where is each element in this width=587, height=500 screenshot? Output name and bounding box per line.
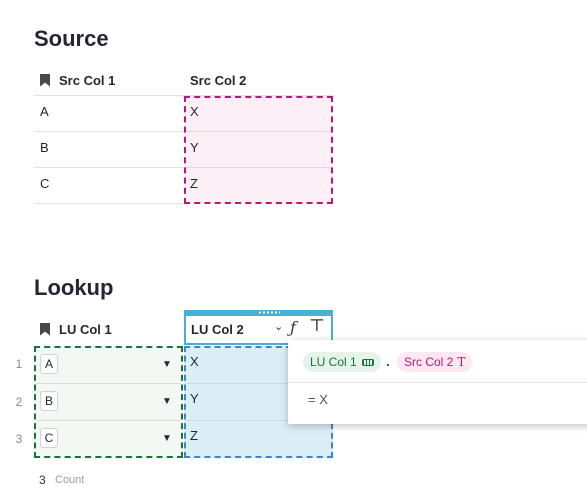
- reference-chip[interactable]: A: [40, 354, 58, 374]
- divider: [186, 131, 331, 132]
- formula-separator: .: [386, 354, 390, 369]
- divider: [36, 420, 181, 421]
- src-col2-selection[interactable]: [184, 96, 333, 204]
- formula-token-label: LU Col 1: [310, 355, 357, 369]
- src-cell[interactable]: A: [40, 104, 49, 119]
- lookup-section-title: Lookup: [34, 275, 114, 300]
- source-section-title: Source: [34, 26, 109, 51]
- src-cell[interactable]: X: [190, 104, 199, 119]
- text-type-icon: T: [457, 355, 466, 369]
- formula-token-label: Src Col 2: [404, 355, 454, 369]
- src-cell[interactable]: Z: [190, 176, 198, 191]
- dropdown-arrow-icon[interactable]: ▼: [162, 396, 172, 407]
- row-count-label: Count: [55, 474, 85, 486]
- src-col1-label: Src Col 1: [59, 72, 116, 88]
- dropdown-arrow-icon[interactable]: ▼: [162, 433, 172, 444]
- row-number[interactable]: 2: [12, 395, 26, 409]
- lu-cell[interactable]: X: [190, 354, 199, 369]
- reference-chip[interactable]: C: [40, 428, 58, 448]
- dropdown-arrow-icon[interactable]: ▼: [162, 359, 172, 370]
- formula-result: = X: [308, 392, 328, 407]
- row-count-value: 3: [39, 473, 46, 487]
- divider: [288, 382, 587, 383]
- src-col1-header[interactable]: Src Col 1: [40, 68, 115, 92]
- text-type-icon[interactable]: ⊤: [309, 316, 325, 336]
- divider: [34, 203, 184, 204]
- src-cell[interactable]: C: [40, 176, 49, 191]
- chevron-down-icon[interactable]: ⌄: [274, 320, 283, 333]
- bookmark-icon: [40, 73, 50, 87]
- src-cell[interactable]: B: [40, 140, 49, 155]
- bookmark-icon: [40, 322, 50, 336]
- drag-handle-icon[interactable]: [258, 311, 280, 314]
- src-cell[interactable]: Y: [190, 140, 199, 155]
- formula-token-src-col2[interactable]: Src Col 2 T: [397, 352, 473, 372]
- formula-token-lu-col1[interactable]: LU Col 1: [303, 352, 381, 372]
- src-col2-label: Src Col 2: [190, 72, 247, 88]
- src-col2-header[interactable]: Src Col 2: [190, 68, 246, 92]
- lu-cell[interactable]: Z: [190, 428, 198, 443]
- divider: [34, 167, 184, 168]
- divider: [36, 383, 181, 384]
- lu-col1-label: LU Col 1: [59, 321, 112, 337]
- divider: [186, 167, 331, 168]
- lu-col2-label: LU Col 2: [191, 322, 244, 337]
- function-icon[interactable]: ƒ: [290, 318, 296, 337]
- reference-icon: [361, 358, 374, 366]
- lu-col1-header[interactable]: LU Col 1: [40, 317, 112, 341]
- formula-editor[interactable]: LU Col 1 . Src Col 2 T = X: [288, 340, 587, 424]
- divider: [34, 131, 184, 132]
- row-number[interactable]: 1: [12, 357, 26, 371]
- lu-cell[interactable]: Y: [190, 391, 199, 406]
- reference-chip[interactable]: B: [40, 391, 58, 411]
- row-number[interactable]: 3: [12, 432, 26, 446]
